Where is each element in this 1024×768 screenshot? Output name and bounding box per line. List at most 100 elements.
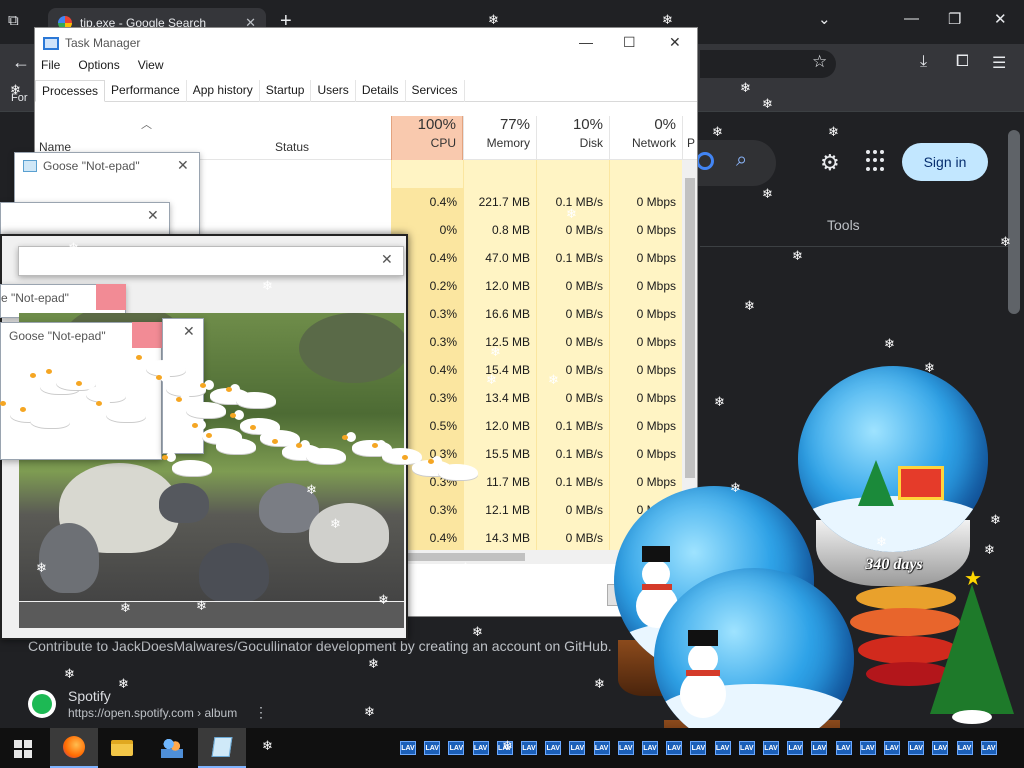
lav-tray-icon[interactable]: LAV bbox=[932, 741, 949, 755]
extensions-icon[interactable]: ⧠ bbox=[956, 53, 969, 71]
power-label: P bbox=[687, 136, 696, 150]
search-box-end[interactable]: ⌕ bbox=[690, 140, 776, 186]
restore-icon[interactable]: ❐ bbox=[948, 10, 961, 28]
tab-details[interactable]: Details bbox=[356, 80, 406, 102]
minimize-icon[interactable]: — bbox=[579, 34, 593, 50]
goose-icon[interactable] bbox=[296, 440, 346, 464]
lav-tray-icon[interactable]: LAV bbox=[521, 741, 537, 755]
menu-bar: File Options View bbox=[35, 58, 164, 78]
col-status[interactable]: Status bbox=[275, 140, 309, 154]
lav-tray-icon[interactable]: LAV bbox=[642, 741, 658, 755]
window-title: Goose "Not-epad" bbox=[9, 329, 106, 343]
lav-tray-icon[interactable]: LAV bbox=[884, 741, 900, 755]
scroll-thumb[interactable] bbox=[685, 178, 695, 478]
lav-tray-icon[interactable]: LAV bbox=[859, 741, 876, 755]
result-url[interactable]: https://open.spotify.com › album bbox=[68, 706, 237, 720]
cell-memory: 15.4 MB bbox=[463, 356, 536, 384]
download-icon[interactable]: ⤓ bbox=[920, 53, 927, 71]
notepad-icon bbox=[23, 160, 37, 172]
result-site-name[interactable]: Spotify bbox=[68, 688, 111, 704]
firefox-taskbar-button[interactable] bbox=[50, 728, 98, 768]
bookmark-item[interactable]: For bbox=[11, 92, 28, 104]
lav-tray-icon[interactable]: LAV bbox=[835, 741, 852, 755]
cell-disk: 0 MB/s bbox=[536, 496, 609, 524]
goose-icon[interactable] bbox=[226, 384, 276, 408]
tab-dropdown-icon[interactable]: ⌄ bbox=[818, 10, 831, 28]
close-icon[interactable]: ✕ bbox=[381, 251, 393, 268]
menu-options[interactable]: Options bbox=[78, 58, 119, 78]
tab-list-icon[interactable]: ⧉ bbox=[8, 12, 28, 32]
lav-tray-icon[interactable]: LAV bbox=[448, 741, 465, 755]
more-options-icon[interactable]: ⋮ bbox=[254, 704, 268, 721]
hamburger-menu-icon[interactable]: ☰ bbox=[992, 53, 1006, 73]
lav-tray-icon[interactable]: LAV bbox=[496, 741, 513, 755]
close-icon[interactable]: ✕ bbox=[183, 323, 195, 340]
goose-notepad-window[interactable]: ✕ bbox=[18, 246, 404, 276]
col-disk[interactable]: 10% Disk bbox=[536, 116, 609, 160]
lav-tray-icon[interactable]: LAV bbox=[690, 741, 707, 755]
close-button-hover[interactable] bbox=[96, 284, 126, 310]
lav-tray-icon[interactable]: LAV bbox=[714, 741, 731, 755]
lav-tray-icon[interactable]: LAV bbox=[617, 741, 634, 755]
tab-services[interactable]: Services bbox=[406, 80, 465, 102]
windows-start-icon[interactable] bbox=[14, 740, 32, 758]
tab-app-history[interactable]: App history bbox=[187, 80, 260, 102]
cell-memory: 16.6 MB bbox=[463, 300, 536, 328]
close-icon[interactable]: ✕ bbox=[147, 207, 159, 224]
explorer-taskbar-button[interactable] bbox=[98, 728, 146, 768]
lav-tray-icon[interactable]: LAV bbox=[787, 741, 804, 755]
goose-icon[interactable] bbox=[20, 404, 70, 428]
cell-memory: 221.7 MB bbox=[463, 188, 536, 216]
goose-icon[interactable] bbox=[206, 430, 256, 454]
search-icon[interactable]: ⌕ bbox=[736, 149, 747, 172]
lav-tray-icon[interactable]: LAV bbox=[811, 741, 828, 755]
task-manager-titlebar[interactable]: Task Manager bbox=[35, 28, 697, 58]
back-arrow-icon[interactable]: ← bbox=[12, 52, 30, 73]
people-taskbar-button[interactable] bbox=[148, 728, 196, 768]
col-power[interactable]: P bbox=[682, 116, 697, 160]
lens-icon[interactable] bbox=[696, 152, 714, 170]
bookmark-star-icon[interactable]: ☆ bbox=[812, 52, 827, 72]
goose-icon[interactable] bbox=[162, 452, 212, 476]
page-scrollbar[interactable] bbox=[1008, 130, 1020, 314]
lav-tray-icon[interactable]: LAV bbox=[956, 741, 973, 755]
lav-tray-icon[interactable]: LAV bbox=[545, 741, 562, 755]
lav-tray-icon[interactable]: LAV bbox=[593, 741, 610, 755]
lav-tray-icon[interactable]: LAV bbox=[472, 741, 489, 755]
tab-performance[interactable]: Performance bbox=[105, 80, 187, 102]
goose-icon[interactable] bbox=[96, 398, 146, 422]
notepad-taskbar-button[interactable] bbox=[198, 728, 246, 768]
tools-tab[interactable]: Tools bbox=[827, 217, 860, 233]
video-controls[interactable] bbox=[19, 602, 404, 628]
cell-memory: 12.5 MB bbox=[463, 328, 536, 356]
close-button-hover[interactable] bbox=[132, 322, 162, 348]
apps-grid-icon[interactable] bbox=[866, 150, 888, 172]
menu-view[interactable]: View bbox=[138, 58, 164, 78]
minimize-icon[interactable]: — bbox=[904, 10, 919, 27]
gear-icon[interactable]: ⚙ bbox=[820, 150, 840, 176]
close-icon[interactable]: ✕ bbox=[669, 34, 681, 51]
lav-tray-icon[interactable]: LAV bbox=[569, 741, 586, 755]
menu-file[interactable]: File bbox=[41, 58, 60, 78]
lav-tray-icon[interactable]: LAV bbox=[666, 741, 683, 755]
close-window-icon[interactable]: ✕ bbox=[994, 10, 1007, 28]
tab-processes[interactable]: Processes bbox=[35, 80, 106, 102]
sign-in-button[interactable]: Sign in bbox=[902, 143, 988, 181]
maximize-icon[interactable]: ☐ bbox=[623, 34, 636, 51]
cell-disk: 0 MB/s bbox=[536, 328, 609, 356]
cell-disk: 0 MB/s bbox=[536, 356, 609, 384]
scroll-thumb[interactable] bbox=[405, 553, 525, 561]
col-network[interactable]: 0% Network bbox=[609, 116, 682, 160]
col-cpu[interactable]: 100% CPU bbox=[391, 116, 463, 160]
tab-startup[interactable]: Startup bbox=[260, 80, 312, 102]
col-memory[interactable]: 77% Memory bbox=[463, 116, 536, 160]
lav-tray-icon[interactable]: LAV bbox=[908, 741, 925, 755]
goose-icon[interactable] bbox=[428, 456, 478, 480]
lav-tray-icon[interactable]: LAV bbox=[424, 741, 441, 755]
lav-tray-icon[interactable]: LAV bbox=[763, 741, 779, 755]
close-icon[interactable]: ✕ bbox=[177, 157, 189, 174]
lav-tray-icon[interactable]: LAV bbox=[738, 741, 755, 755]
lav-tray-icon[interactable]: LAV bbox=[980, 741, 997, 755]
tab-users[interactable]: Users bbox=[311, 80, 356, 102]
lav-tray-icon[interactable]: LAV bbox=[400, 741, 416, 755]
